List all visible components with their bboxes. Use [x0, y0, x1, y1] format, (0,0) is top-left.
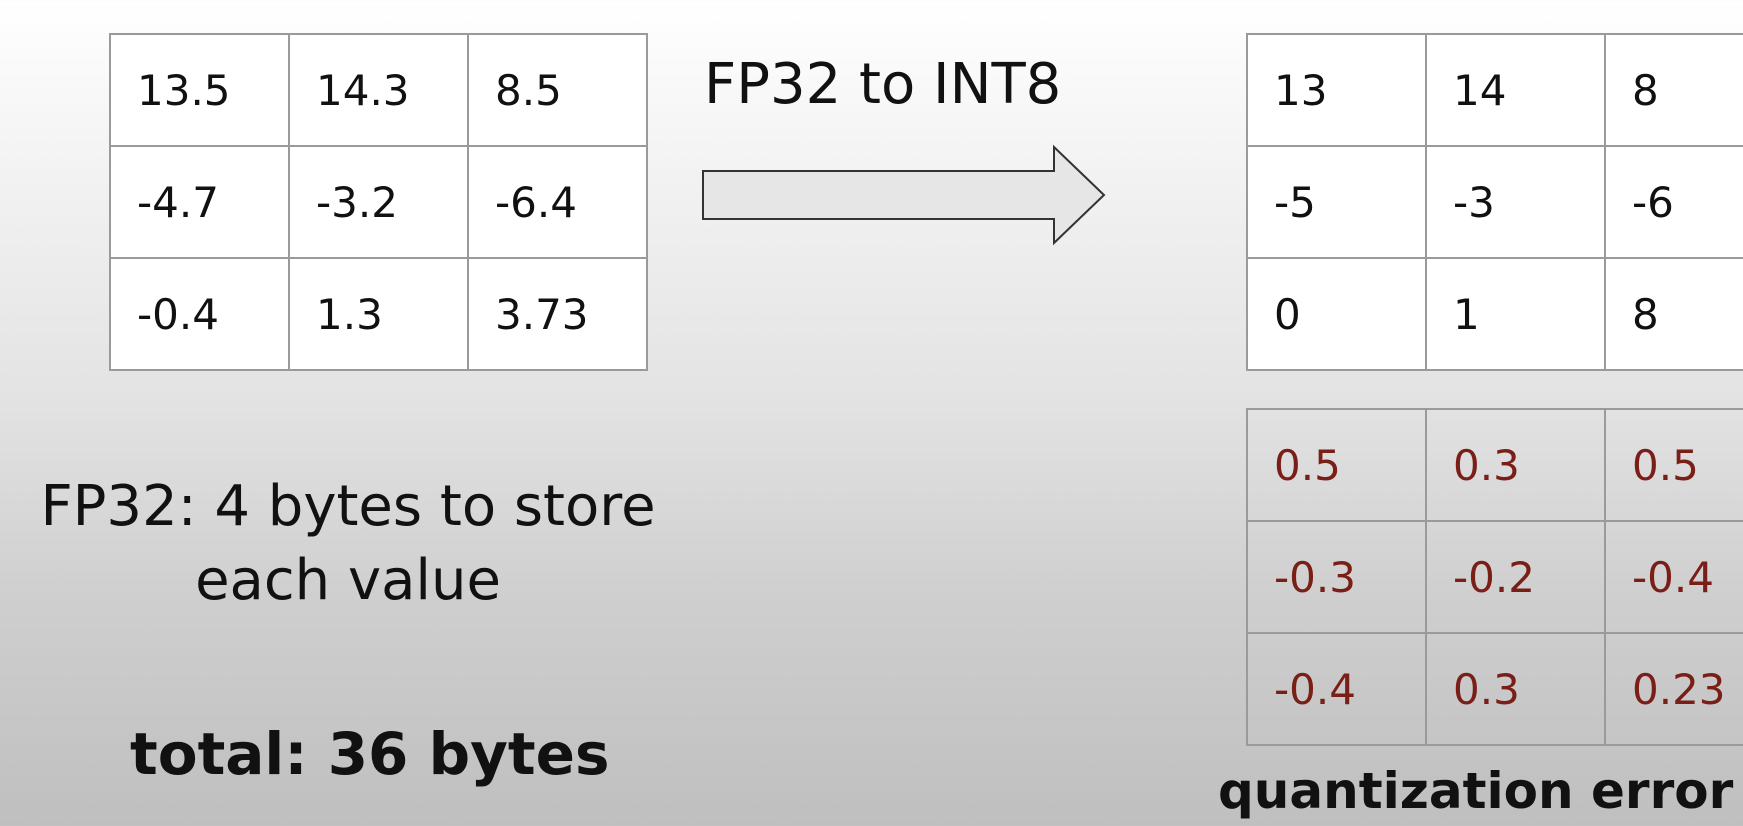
- matrix-cell: 8.5: [467, 33, 648, 147]
- matrix-cell: 8: [1604, 33, 1743, 147]
- matrix-cell: -4.7: [109, 145, 290, 259]
- matrix-row: 0 1 8: [1246, 257, 1743, 371]
- error-cell: 0.5: [1604, 408, 1743, 522]
- matrix-cell: 8: [1604, 257, 1743, 371]
- matrix-row: 13.5 14.3 8.5: [109, 33, 648, 147]
- error-cell: 0.5: [1246, 408, 1427, 522]
- matrix-row: 0.5 0.3 0.5: [1246, 408, 1743, 522]
- matrix-cell: -3.2: [288, 145, 469, 259]
- matrix-cell: 13: [1246, 33, 1427, 147]
- matrix-row: -5 -3 -6: [1246, 145, 1743, 259]
- storage-note: FP32: 4 bytes to store each value: [8, 470, 688, 618]
- error-cell: -0.4: [1604, 520, 1743, 634]
- matrix-cell: -0.4: [109, 257, 290, 371]
- matrix-row: -4.7 -3.2 -6.4: [109, 145, 648, 259]
- matrix-cell: 14.3: [288, 33, 469, 147]
- matrix-row: -0.4 1.3 3.73: [109, 257, 648, 371]
- matrix-row: -0.4 0.3 0.23: [1246, 632, 1743, 746]
- quantization-error-matrix: 0.5 0.3 0.5 -0.3 -0.2 -0.4 -0.4 0.3 0.23: [1246, 408, 1743, 746]
- matrix-cell: 1: [1425, 257, 1606, 371]
- matrix-cell: 14: [1425, 33, 1606, 147]
- matrix-row: 13 14 8: [1246, 33, 1743, 147]
- storage-note-line-1: FP32: 4 bytes to store: [40, 474, 656, 539]
- matrix-cell: 3.73: [467, 257, 648, 371]
- slide: 13.5 14.3 8.5 -4.7 -3.2 -6.4 -0.4 1.3 3.…: [0, 0, 1743, 826]
- matrix-row: -0.3 -0.2 -0.4: [1246, 520, 1743, 634]
- right-arrow-icon: [702, 144, 1106, 246]
- fp32-matrix: 13.5 14.3 8.5 -4.7 -3.2 -6.4 -0.4 1.3 3.…: [109, 33, 648, 371]
- error-cell: 0.23: [1604, 632, 1743, 746]
- error-cell: -0.4: [1246, 632, 1427, 746]
- arrow-shape: [702, 144, 1106, 246]
- error-cell: 0.3: [1425, 408, 1606, 522]
- conversion-label: FP32 to INT8: [704, 52, 1062, 117]
- int8-matrix: 13 14 8 -5 -3 -6 0 1 8: [1246, 33, 1743, 371]
- storage-note-line-2: each value: [195, 548, 501, 613]
- matrix-cell: -3: [1425, 145, 1606, 259]
- matrix-cell: -6.4: [467, 145, 648, 259]
- error-cell: -0.2: [1425, 520, 1606, 634]
- matrix-cell: -6: [1604, 145, 1743, 259]
- error-cell: 0.3: [1425, 632, 1606, 746]
- total-bytes-label: total: 36 bytes: [130, 720, 610, 788]
- matrix-cell: -5: [1246, 145, 1427, 259]
- error-cell: -0.3: [1246, 520, 1427, 634]
- matrix-cell: 1.3: [288, 257, 469, 371]
- matrix-cell: 0: [1246, 257, 1427, 371]
- matrix-cell: 13.5: [109, 33, 290, 147]
- quantization-error-caption: quantization error: [1218, 762, 1734, 820]
